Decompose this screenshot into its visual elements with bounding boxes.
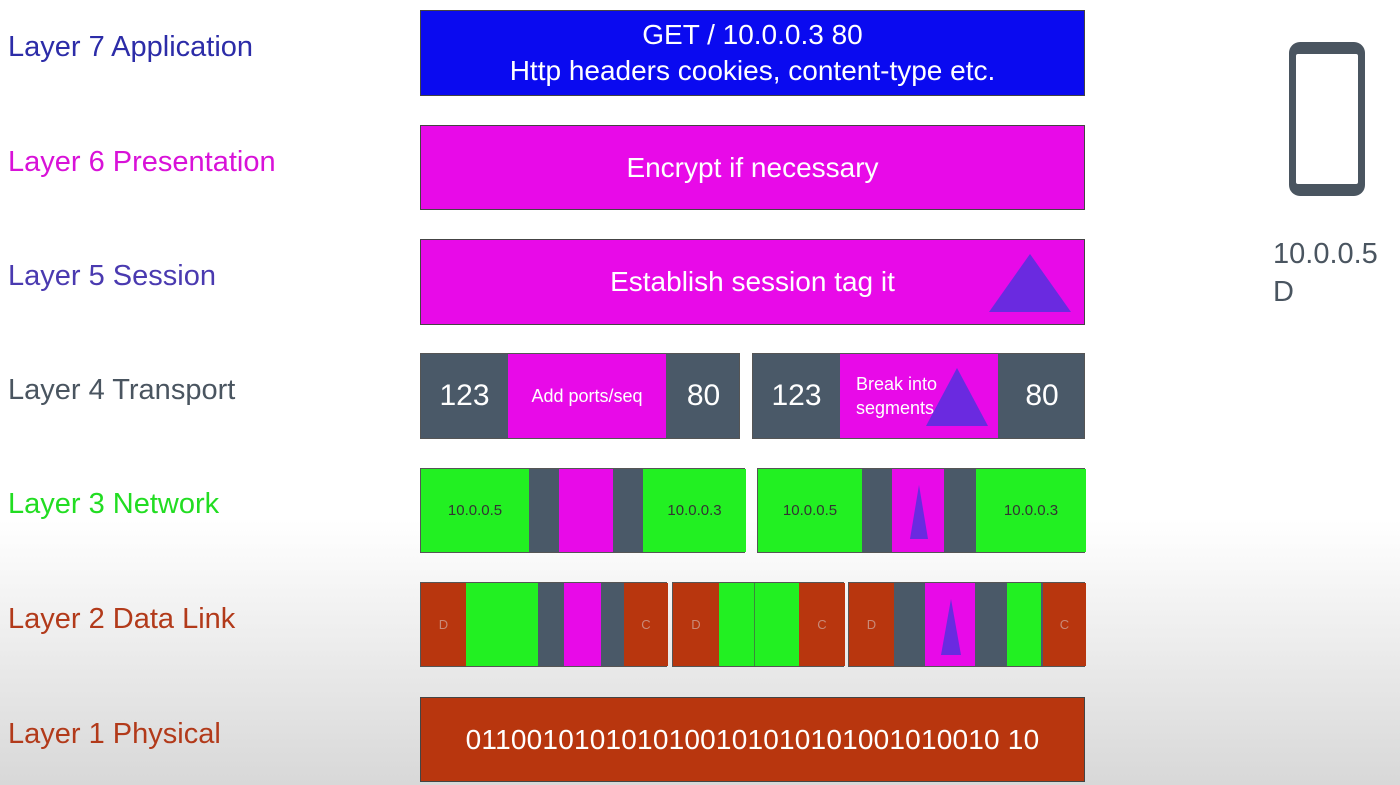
packet-2-payload [892,469,944,552]
frame-3-dst-mac: C [1043,583,1086,666]
session-text: Establish session tag it [610,266,895,297]
segment-1-src-port: 123 [439,379,490,412]
device-label: D [1273,276,1294,308]
packet-1-dst-ip-field: 10.0.0.3 [643,469,746,552]
packet-1-dst-ip: 10.0.0.3 [667,502,722,519]
segment-1-dst-port: 80 [686,379,721,412]
layer-2-label: Layer 2 Data Link [8,603,236,635]
frame-3-src-mac: D [849,583,894,666]
packet-2-src-ip: 10.0.0.5 [782,502,838,519]
presentation-text: Encrypt if necessary [626,151,879,183]
transport-segment-2: 123 Break into segments 80 [752,353,1085,439]
application-headers-line: Http headers cookies, content-type etc. [509,55,996,86]
presentation-box: Encrypt if necessary [420,125,1085,210]
datalink-frame-3: D C [848,582,1086,667]
segment-2-triangle [926,368,988,426]
frame-1-src-mac: D [421,583,466,666]
frame-2-src-mac-text: D [691,617,701,632]
transport-segment-1: 123 Add ports/seq 80 [420,353,740,439]
frame-1-src-mac-text: D [438,617,449,632]
packet-1-src-ip: 10.0.0.5 [447,502,503,519]
packet-2-triangle [910,485,928,539]
phone-icon [1287,40,1367,198]
segment-2-src-port: 123 [771,379,822,412]
layer-5-label: Layer 5 Session [8,260,216,292]
session-box: Establish session tag it [420,239,1085,325]
layer-4-label: Layer 4 Transport [8,374,236,406]
packet-2-dst-ip: 10.0.0.3 [1003,502,1059,519]
frame-1-dst-mac-text: C [641,617,651,632]
frame-2-src-mac: D [673,583,719,666]
frame-1-dst-mac: C [624,583,668,666]
frame-3-green-field [1007,583,1041,666]
network-packet-2: 10.0.0.5 10.0.0.3 [757,468,1086,553]
frame-2-green-field-a [719,583,755,666]
layer-1-label: Layer 1 Physical [8,718,221,750]
packet-1-src-ip-field: 10.0.0.5 [421,469,529,552]
segment-1-payload: Add ports/seq [508,354,666,438]
frame-3-triangle [941,599,961,655]
layer-3-label: Layer 3 Network [8,488,220,520]
packet-2-dst-ip-field: 10.0.0.3 [976,469,1086,552]
frame-3-src-mac-text: D [866,617,877,632]
segment-2-payload: Break into segments [840,354,998,438]
physical-bits: 0110010101010100101010101001010010 10 [465,723,1040,755]
frame-2-dst-mac-text: C [817,617,827,632]
frame-3-payload [925,583,975,666]
frame-2-green-field-b [755,583,799,666]
segment-2-dst-port: 80 [1025,379,1059,412]
layer-6-label: Layer 6 Presentation [8,146,276,178]
datalink-frame-1: D C [420,582,668,667]
packet-1-payload [559,469,613,552]
network-packet-1: 10.0.0.5 10.0.0.3 [420,468,746,553]
physical-box: 0110010101010100101010101001010010 10 [420,697,1085,782]
layer-7-label: Layer 7 Application [8,31,254,63]
frame-1-payload [564,583,601,666]
frame-3-dst-mac-text: C [1059,617,1070,632]
packet-2-src-ip-field: 10.0.0.5 [758,469,862,552]
datalink-frame-2: D C [672,582,845,667]
frame-2-dst-mac: C [799,583,845,666]
application-request-line: GET / 10.0.0.3 80 [642,19,863,50]
frame-1-green-field [466,583,538,666]
segment-1-text: Add ports/seq [531,385,643,406]
application-box: GET / 10.0.0.3 80 Http headers cookies, … [420,10,1085,96]
session-tag-triangle [989,254,1071,312]
device-ip: 10.0.0.5 [1273,238,1378,270]
